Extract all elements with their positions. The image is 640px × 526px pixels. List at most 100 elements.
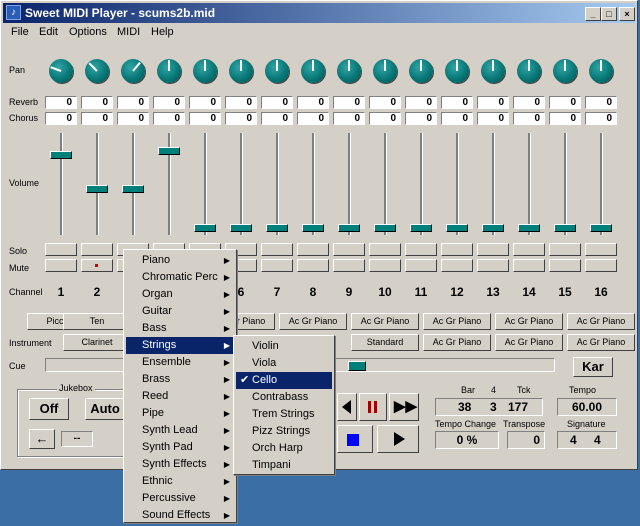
- volume-slider[interactable]: [554, 224, 576, 232]
- chorus-value[interactable]: 0: [45, 112, 77, 125]
- menu-midi[interactable]: MIDI: [117, 26, 140, 38]
- mute-button[interactable]: [513, 259, 545, 272]
- menu-item-instrument[interactable]: Viola: [236, 355, 332, 372]
- menu-item-category[interactable]: Ensemble ▶: [126, 354, 234, 371]
- volume-slider[interactable]: [302, 224, 324, 232]
- instrument-select[interactable]: Ac Gr Piano: [279, 313, 347, 330]
- reverb-value[interactable]: 0: [117, 96, 149, 109]
- volume-slider[interactable]: [482, 224, 504, 232]
- reverb-value[interactable]: 0: [189, 96, 221, 109]
- menu-file[interactable]: File: [11, 26, 29, 38]
- menu-item-instrument[interactable]: Orch Harp: [236, 440, 332, 457]
- chorus-value[interactable]: 0: [549, 112, 581, 125]
- solo-button[interactable]: [549, 243, 581, 256]
- rewind-button[interactable]: [337, 393, 357, 421]
- menu-item-instrument[interactable]: Contrabass: [236, 389, 332, 406]
- menu-item-instrument[interactable]: Pizz Strings: [236, 423, 332, 440]
- pan-knob[interactable]: [481, 59, 505, 83]
- pause-button[interactable]: [359, 393, 387, 421]
- volume-slider[interactable]: [122, 185, 144, 193]
- pan-knob[interactable]: [517, 59, 541, 83]
- reverb-value[interactable]: 0: [441, 96, 473, 109]
- volume-slider[interactable]: [50, 151, 72, 159]
- instrument-select[interactable]: Ac Gr Piano: [567, 313, 635, 330]
- instrument-select[interactable]: Ac Gr Piano: [495, 313, 563, 330]
- solo-button[interactable]: [81, 243, 113, 256]
- reverb-value[interactable]: 0: [405, 96, 437, 109]
- tempo-value[interactable]: 60.00: [557, 398, 617, 416]
- solo-button[interactable]: [261, 243, 293, 256]
- jukebox-auto-button[interactable]: Auto: [85, 398, 125, 420]
- menu-item-category[interactable]: Reed ▶: [126, 388, 234, 405]
- menu-item-instrument[interactable]: ✔ Cello: [236, 372, 332, 389]
- volume-slider[interactable]: [374, 224, 396, 232]
- instrument-select[interactable]: Clarinet: [63, 334, 131, 351]
- title-bar[interactable]: ♪ Sweet MIDI Player - scums2b.mid _ □ ×: [3, 3, 635, 23]
- menu-edit[interactable]: Edit: [39, 26, 58, 38]
- chorus-value[interactable]: 0: [117, 112, 149, 125]
- solo-button[interactable]: [513, 243, 545, 256]
- mute-button[interactable]: [333, 259, 365, 272]
- volume-slider[interactable]: [194, 224, 216, 232]
- maximize-button[interactable]: □: [601, 7, 617, 21]
- chorus-value[interactable]: 0: [513, 112, 545, 125]
- transpose-value[interactable]: 0: [507, 431, 545, 449]
- volume-slider[interactable]: [410, 224, 432, 232]
- menu-item-category[interactable]: Synth Lead ▶: [126, 422, 234, 439]
- instrument-select[interactable]: Ten: [63, 313, 131, 330]
- kar-button[interactable]: Kar: [573, 357, 613, 377]
- instrument-select[interactable]: Ac Gr Piano: [567, 334, 635, 351]
- pan-knob[interactable]: [373, 59, 397, 83]
- mute-button[interactable]: [477, 259, 509, 272]
- jukebox-prev-button[interactable]: ←: [29, 429, 55, 449]
- menu-item-category[interactable]: Chromatic Perc ▶: [126, 269, 234, 286]
- reverb-value[interactable]: 0: [549, 96, 581, 109]
- solo-button[interactable]: [585, 243, 617, 256]
- reverb-value[interactable]: 0: [153, 96, 185, 109]
- instrument-select[interactable]: Ac Gr Piano: [423, 334, 491, 351]
- signature-value[interactable]: 4 4: [557, 431, 617, 449]
- menu-item-instrument[interactable]: Timpani: [236, 457, 332, 474]
- menu-item-category[interactable]: Piano ▶: [126, 252, 234, 269]
- chorus-value[interactable]: 0: [585, 112, 617, 125]
- chorus-value[interactable]: 0: [261, 112, 293, 125]
- mute-button[interactable]: [81, 259, 113, 272]
- menu-item-category[interactable]: Strings ▶: [126, 337, 234, 354]
- menu-item-category[interactable]: Sound Effects ▶: [126, 507, 234, 524]
- jukebox-off-button[interactable]: Off: [29, 398, 69, 420]
- pan-knob[interactable]: [49, 59, 73, 83]
- solo-button[interactable]: [477, 243, 509, 256]
- reverb-value[interactable]: 0: [369, 96, 401, 109]
- reverb-value[interactable]: 0: [261, 96, 293, 109]
- volume-slider[interactable]: [446, 224, 468, 232]
- pan-knob[interactable]: [445, 59, 469, 83]
- reverb-value[interactable]: 0: [333, 96, 365, 109]
- stop-button[interactable]: [337, 425, 373, 453]
- menu-item-instrument[interactable]: Trem Strings: [236, 406, 332, 423]
- solo-button[interactable]: [441, 243, 473, 256]
- volume-slider[interactable]: [338, 224, 360, 232]
- reverb-value[interactable]: 0: [297, 96, 329, 109]
- reverb-value[interactable]: 0: [81, 96, 113, 109]
- volume-slider[interactable]: [590, 224, 612, 232]
- close-button[interactable]: ×: [619, 7, 635, 21]
- mute-button[interactable]: [441, 259, 473, 272]
- menu-item-instrument[interactable]: Violin: [236, 338, 332, 355]
- menu-item-category[interactable]: Organ ▶: [126, 286, 234, 303]
- menu-item-category[interactable]: Synth Pad ▶: [126, 439, 234, 456]
- play-button[interactable]: [377, 425, 419, 453]
- volume-slider[interactable]: [86, 185, 108, 193]
- tempo-change-value[interactable]: 0 %: [435, 431, 499, 449]
- mute-button[interactable]: [297, 259, 329, 272]
- instrument-select[interactable]: Ac Gr Piano: [351, 313, 419, 330]
- pan-knob[interactable]: [85, 59, 109, 83]
- chorus-value[interactable]: 0: [153, 112, 185, 125]
- pan-knob[interactable]: [589, 59, 613, 83]
- menu-item-category[interactable]: Percussive ▶: [126, 490, 234, 507]
- chorus-value[interactable]: 0: [477, 112, 509, 125]
- volume-slider[interactable]: [518, 224, 540, 232]
- instrument-select[interactable]: Ac Gr Piano: [495, 334, 563, 351]
- solo-button[interactable]: [333, 243, 365, 256]
- mute-button[interactable]: [45, 259, 77, 272]
- reverb-value[interactable]: 0: [45, 96, 77, 109]
